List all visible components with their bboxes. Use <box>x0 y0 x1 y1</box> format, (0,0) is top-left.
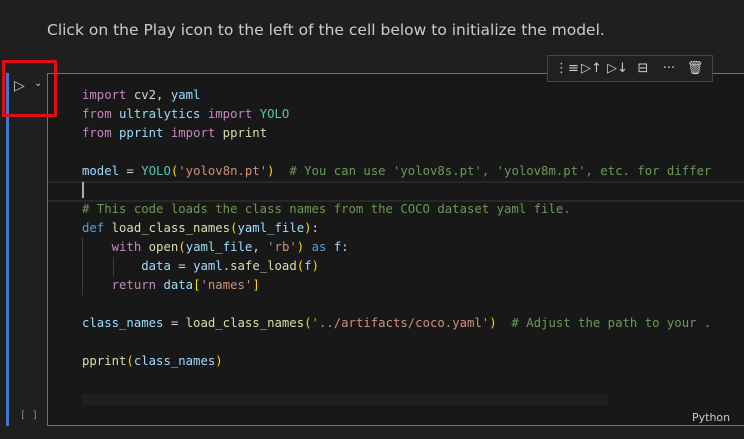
highlight-annotation-box <box>2 60 57 117</box>
execute-above-icon[interactable]: ▷↑ <box>581 61 602 76</box>
code-token: pprint <box>111 126 171 140</box>
code-token: = <box>170 259 194 273</box>
code-token: ) <box>215 354 223 368</box>
delete-cell-icon[interactable]: 🗑 <box>685 61 705 76</box>
code-line: data = yaml.safe_load(f) <box>82 257 711 276</box>
code-token: ( <box>178 240 186 254</box>
code-token: safe_load <box>230 259 297 273</box>
code-token: data <box>163 278 194 292</box>
code-line: def load_class_names(yaml_file): <box>82 219 711 238</box>
code-token: = <box>119 164 142 178</box>
code-line: return data['names'] <box>82 276 711 295</box>
code-token: # Adjust the path to your . <box>496 316 712 330</box>
code-token: model <box>82 164 120 178</box>
code-line: class_names = load_class_names('../artif… <box>82 314 711 333</box>
code-token: 'names' <box>200 278 253 292</box>
code-token: yaml_file <box>185 240 253 254</box>
code-token: data <box>141 259 171 273</box>
run-by-line-icon[interactable]: ⋮≡ <box>555 61 579 76</box>
code-token: f <box>304 259 312 273</box>
code-token: ) <box>267 164 275 178</box>
execute-below-icon[interactable]: ▷↓ <box>607 61 628 76</box>
code-token: yaml_file <box>237 221 305 235</box>
code-token: ( <box>304 316 312 330</box>
horizontal-scrollbar[interactable] <box>82 394 608 405</box>
code-content[interactable]: import cv2, yaml from ultralytics import … <box>82 86 711 371</box>
more-actions-icon[interactable]: ··· <box>659 61 679 76</box>
code-token: yaml <box>193 259 223 273</box>
code-token: ) <box>304 221 312 235</box>
code-token: # You can use 'yolov8s.pt', 'yolov8m.pt'… <box>274 164 712 178</box>
code-token: : <box>341 240 349 254</box>
code-token: load_class_names <box>185 316 305 330</box>
code-token: with <box>111 240 142 254</box>
code-line: from pprint import pprint <box>82 124 711 143</box>
code-token: ( <box>230 221 238 235</box>
code-token: open <box>148 240 179 254</box>
code-token: # This code loads the class names from t… <box>82 202 571 216</box>
cell-focus-indicator <box>6 73 9 426</box>
code-token: YOLO <box>141 164 171 178</box>
code-token: . <box>222 259 231 273</box>
code-token: ) <box>489 316 497 330</box>
code-line: with open(yaml_file, 'rb') as f: <box>82 238 711 257</box>
cell-language-button[interactable]: Python <box>692 411 730 424</box>
code-token: YOLO <box>252 107 290 121</box>
split-cell-icon[interactable]: ⊟ <box>633 61 653 76</box>
code-token: import <box>207 107 253 121</box>
code-token: from <box>82 107 112 121</box>
code-token: pprint <box>82 354 127 368</box>
code-line: from ultralytics import YOLO <box>82 105 711 124</box>
code-token: ) <box>311 259 319 273</box>
code-token: as <box>304 240 334 254</box>
code-token: return <box>111 278 157 292</box>
code-token: cv2, <box>126 88 171 102</box>
code-token: , <box>252 240 268 254</box>
code-line: import cv2, yaml <box>82 86 711 105</box>
code-token: from <box>82 126 112 140</box>
code-token: class_names <box>82 316 164 330</box>
code-token: load_class_names <box>111 221 231 235</box>
code-token: import <box>82 88 127 102</box>
cell-toolbar: ⋮≡ ▷↑ ▷↓ ⊟ ··· 🗑 <box>547 55 713 82</box>
code-token: class_names <box>133 354 216 368</box>
code-token: = <box>163 316 186 330</box>
code-token: ] <box>252 278 260 292</box>
code-token: import <box>170 126 216 140</box>
code-token: ultralytics <box>111 107 208 121</box>
code-token: 'yolov8n.pt' <box>178 164 268 178</box>
markdown-instruction: Click on the Play icon to the left of th… <box>47 21 605 39</box>
code-token: yaml <box>170 88 201 102</box>
code-token: : <box>311 221 319 235</box>
code-line: model = YOLO('yolov8n.pt') # You can use… <box>82 162 711 181</box>
code-line: pprint(class_names) <box>82 352 711 371</box>
code-token: '../artifacts/coco.yaml' <box>311 316 490 330</box>
code-line: # This code loads the class names from t… <box>82 200 711 219</box>
code-token: 'rb' <box>267 240 297 254</box>
code-token: def <box>82 221 105 235</box>
code-token: pprint <box>215 126 268 140</box>
code-token: ( <box>126 354 134 368</box>
execution-count: [ ] <box>20 410 39 421</box>
